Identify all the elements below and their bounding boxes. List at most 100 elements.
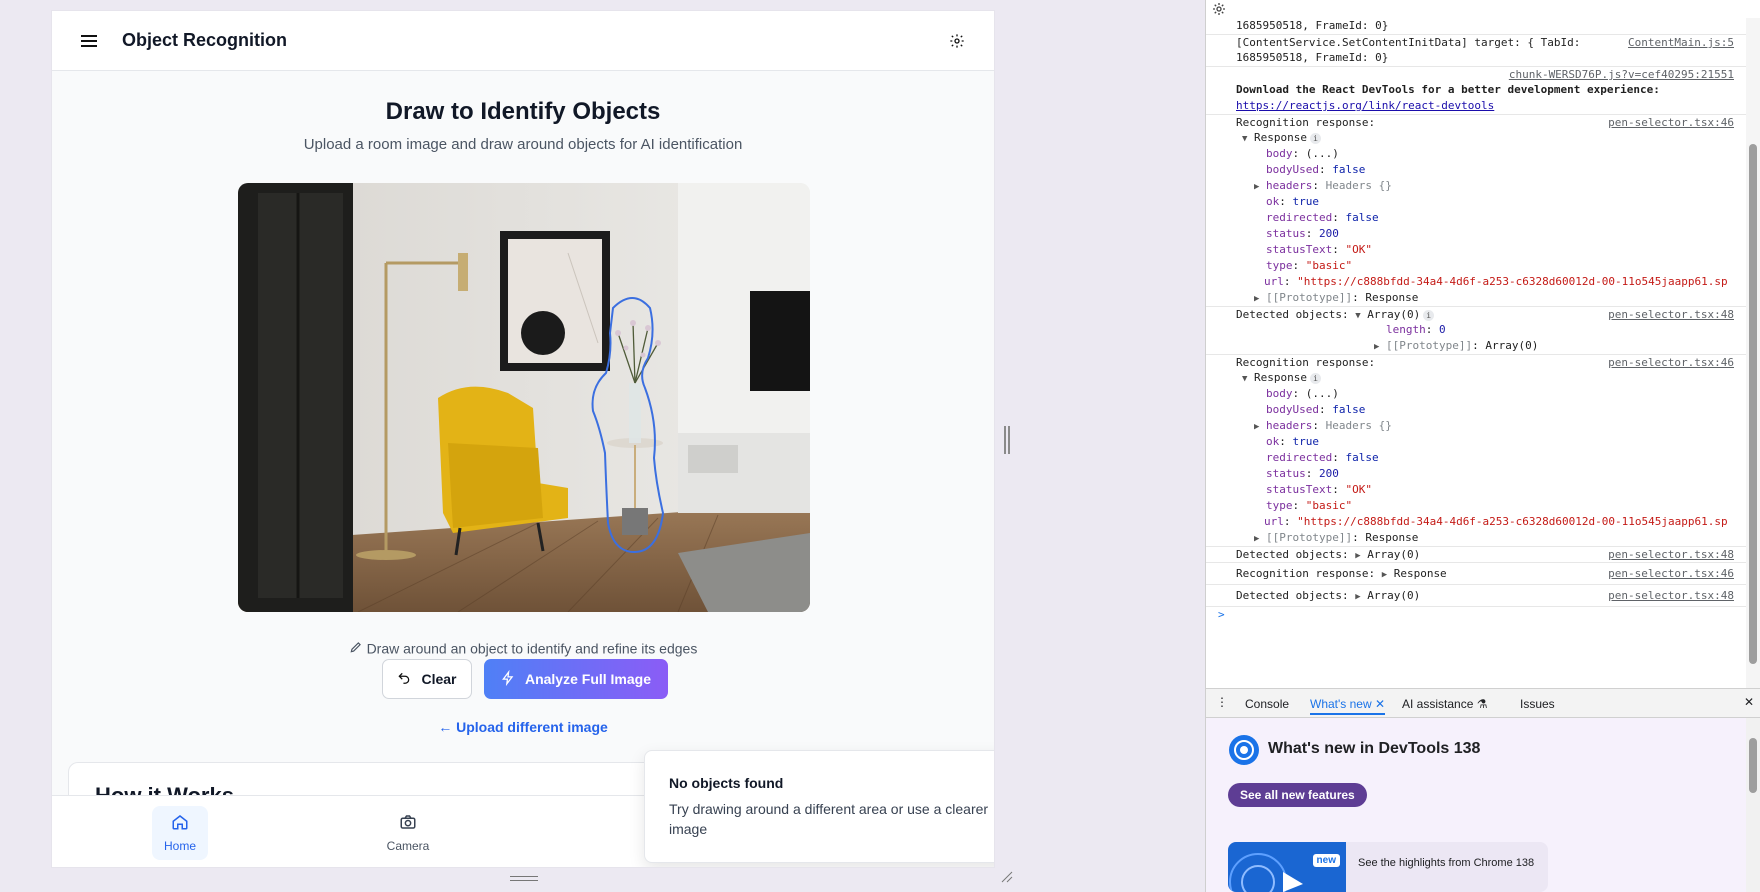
main-content: Draw to Identify Objects Upload a room i… — [52, 98, 994, 153]
console-prop: type: "basic" — [1266, 499, 1353, 512]
nav-home[interactable]: Home — [152, 806, 208, 860]
console-prop: body: (...) — [1266, 147, 1339, 160]
menu-icon[interactable] — [76, 28, 102, 54]
draw-hint-text: Draw around an object to identify and re… — [366, 640, 698, 657]
info-icon: i — [1309, 373, 1321, 384]
toast-title: No objects found — [669, 775, 784, 791]
undo-icon — [397, 671, 411, 688]
tab-ai-assistance[interactable]: AI assistance ⚗ — [1402, 697, 1487, 711]
collapsed-triangle-icon: ▶ — [1381, 570, 1388, 580]
console-prop: redirected: false — [1266, 211, 1379, 224]
info-icon: i — [1309, 133, 1321, 144]
collapsed-triangle-icon: ▶ — [1254, 422, 1260, 432]
tab-console[interactable]: Console — [1245, 697, 1289, 711]
analyze-button-label: Analyze Full Image — [524, 671, 652, 687]
upload-different-image-link[interactable]: ← Upload different image — [52, 719, 994, 735]
tab-issues[interactable]: Issues — [1520, 697, 1555, 711]
app-title: Object Recognition — [122, 30, 288, 50]
console-line[interactable]: Detected objects: ▶ Array(0) pen-selector.… — [1206, 584, 1746, 607]
console-prop: url: "https://c888bfdd-34a4-4d6f-a253-c6… — [1264, 275, 1728, 288]
app-header: Object Recognition — [52, 11, 994, 71]
console-line: 1685950518, FrameId: 0} — [1236, 51, 1389, 64]
collapsed-triangle-icon: ▶ — [1254, 534, 1260, 544]
react-devtools-link[interactable]: https://reactjs.org/link/react-devtools — [1236, 99, 1494, 112]
console-prop: status: 200 — [1266, 227, 1339, 240]
tab-whats-new[interactable]: What's new ✕ — [1310, 697, 1386, 715]
source-link[interactable]: pen-selector.tsx:46 — [1602, 115, 1734, 131]
panel-splitter-handle[interactable] — [1004, 426, 1010, 454]
page-subheading: Upload a room image and draw around obje… — [303, 136, 743, 153]
whats-new-panel: What's new in DevTools 138 See all new f… — [1206, 718, 1760, 892]
close-drawer-icon[interactable]: ✕ — [1744, 695, 1754, 709]
close-tab-icon: ✕ — [1375, 697, 1386, 711]
console-prop: ok: true — [1266, 195, 1319, 208]
drawer-scrollbar[interactable] — [1746, 718, 1760, 892]
home-icon — [171, 813, 189, 834]
console-prop: ok: true — [1266, 435, 1319, 448]
devtools-panel: 1685950518, FrameId: 0} [ContentService.… — [1205, 0, 1760, 892]
source-link[interactable]: pen-selector.tsx:46 — [1602, 563, 1734, 585]
flask-icon: ⚗ — [1476, 697, 1488, 711]
expand-triangle-icon: ▼ — [1242, 374, 1248, 384]
console-line: 1685950518, FrameId: 0} — [1236, 19, 1389, 32]
source-link[interactable]: pen-selector.tsx:48 — [1602, 307, 1734, 323]
drawer-menu-icon[interactable]: ⋮ — [1216, 695, 1228, 709]
console-scrollbar[interactable] — [1746, 18, 1760, 688]
whats-new-title: What's new in DevTools 138 — [1268, 740, 1481, 757]
device-stage: Object Recognition Draw to Identify Obje… — [0, 0, 1205, 892]
devtools-settings-icon[interactable] — [1211, 1, 1227, 17]
source-link[interactable]: pen-selector.tsx:46 — [1602, 355, 1734, 371]
app-viewport: Object Recognition Draw to Identify Obje… — [51, 10, 995, 868]
console-prompt[interactable]: > — [1206, 606, 1746, 622]
see-all-features-button[interactable]: See all new features — [1228, 783, 1367, 807]
devtools-logo-icon — [1229, 735, 1259, 765]
clear-button[interactable]: Clear — [382, 659, 472, 699]
clear-button-label: Clear — [421, 671, 457, 687]
resize-corner-icon[interactable] — [1000, 870, 1014, 884]
collapsed-triangle-icon: ▶ — [1254, 294, 1260, 304]
nav-home-label: Home — [163, 839, 196, 853]
lightning-icon — [501, 669, 515, 689]
console-line: Recognition response: pen-selector.tsx:46 — [1206, 354, 1746, 371]
highlights-card[interactable]: new See the highlights from Chrome 138 — [1228, 842, 1548, 892]
source-link[interactable]: chunk-WERSD76P.js?v=cef40295:21551 — [1502, 67, 1734, 83]
console-prop: bodyUsed: false — [1266, 163, 1366, 176]
source-link[interactable]: ContentMain.js:5 — [1622, 35, 1734, 51]
console-line: https://reactjs.org/link/react-devtools — [1206, 98, 1746, 114]
camera-icon — [399, 813, 417, 834]
console-prop[interactable]: ▶ [[Prototype]]: Array(0) — [1206, 338, 1746, 354]
new-badge: new — [1312, 854, 1340, 867]
console-prop: body: (...) — [1266, 387, 1339, 400]
device-resize-handle[interactable] — [510, 876, 538, 881]
chrome-highlight-image: new — [1228, 842, 1346, 892]
console-line[interactable]: ▼ Response i — [1206, 370, 1746, 386]
pencil-icon — [349, 641, 367, 657]
console-prop: bodyUsed: false — [1266, 403, 1366, 416]
console-prop: statusText: "OK" — [1266, 483, 1372, 496]
toast-description: Try drawing around a different area or u… — [669, 801, 989, 837]
room-image-canvas[interactable] — [238, 183, 810, 612]
source-link[interactable]: pen-selector.tsx:48 — [1602, 585, 1734, 607]
collapsed-triangle-icon: ▶ — [1374, 342, 1380, 352]
nav-camera[interactable]: Camera — [380, 806, 436, 860]
collapsed-triangle-icon: ▶ — [1355, 592, 1361, 602]
drawer-tab-bar: ⋮ Console What's new ✕ AI assistance ⚗ I… — [1206, 688, 1760, 718]
console-prop: statusText: "OK" — [1266, 243, 1372, 256]
console-prop[interactable]: ▶ [[Prototype]]: Response — [1206, 290, 1746, 306]
console-prop: url: "https://c888bfdd-34a4-4d6f-a253-c6… — [1264, 515, 1728, 528]
expand-triangle-icon: ▼ — [1242, 134, 1248, 144]
console-line: Recognition response: pen-selector.tsx:46 — [1206, 114, 1746, 131]
analyze-full-image-button[interactable]: Analyze Full Image — [484, 659, 668, 699]
console-line[interactable]: ▼ Response i — [1206, 130, 1746, 146]
console-prop: type: "basic" — [1266, 259, 1353, 272]
collapsed-triangle-icon: ▶ — [1254, 182, 1260, 192]
console-prop[interactable]: ▶ [[Prototype]]: Response — [1206, 530, 1746, 546]
source-link[interactable]: pen-selector.tsx:48 — [1602, 547, 1734, 563]
console-line[interactable]: Recognition response: ▶ Response pen-selec… — [1206, 562, 1746, 585]
console-line: chunk-WERSD76P.js?v=cef40295:21551 — [1206, 66, 1746, 83]
console-prop[interactable]: ▶ headers: Headers {} — [1206, 418, 1746, 434]
settings-gear-icon[interactable] — [944, 28, 970, 54]
console-prop[interactable]: ▶ headers: Headers {} — [1206, 178, 1746, 194]
console-line[interactable]: Detected objects: ▶ Array(0) pen-selector.… — [1206, 546, 1746, 563]
console-log: 1685950518, FrameId: 0} [ContentService.… — [1206, 18, 1746, 688]
